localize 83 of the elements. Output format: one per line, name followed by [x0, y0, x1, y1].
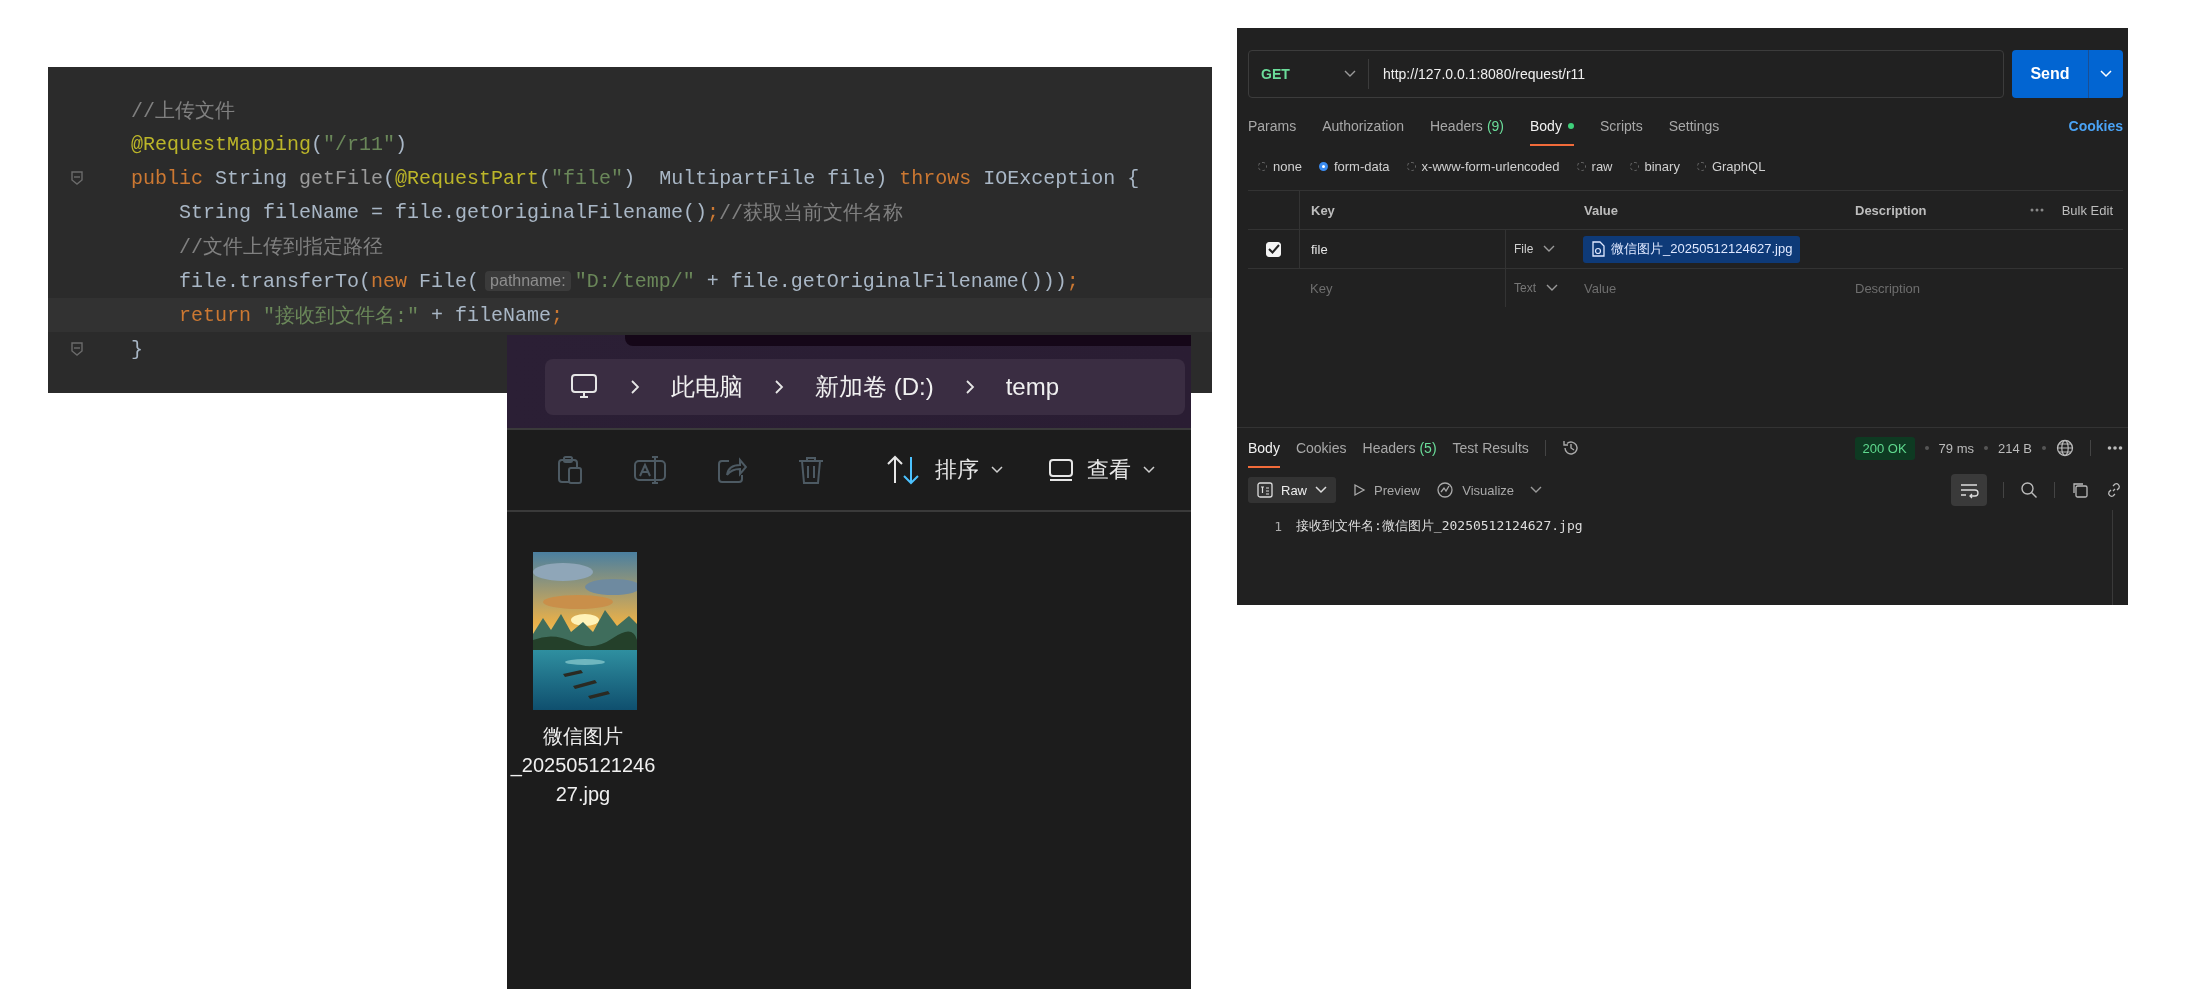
- more-icon[interactable]: [2029, 207, 2044, 213]
- description-input[interactable]: Description: [1851, 269, 1986, 307]
- response-time: 79 ms: [1938, 440, 1974, 456]
- chevron-down-icon: [1344, 70, 1356, 78]
- play-icon: [1352, 483, 1366, 497]
- tab[interactable]: Headers (9): [1429, 106, 1504, 146]
- view-tab[interactable]: Visualize: [1436, 481, 1515, 499]
- address-bar[interactable]: 此电脑 新加卷 (D:) temp: [545, 359, 1185, 415]
- wrap-lines-icon[interactable]: [1951, 474, 1987, 506]
- chevron-down-icon: [1315, 486, 1327, 494]
- column-header: Description: [1854, 201, 1928, 220]
- copy-icon[interactable]: [2071, 481, 2089, 499]
- fold-icon[interactable]: [70, 341, 84, 358]
- code-line: //上传文件: [131, 98, 235, 124]
- view-tab[interactable]: Preview: [1352, 482, 1421, 498]
- chevron-down-icon: [1143, 466, 1155, 474]
- chevron-down-icon: [1543, 245, 1556, 253]
- value-input[interactable]: Value: [1580, 269, 1851, 307]
- type-dropdown[interactable]: File: [1514, 242, 1556, 256]
- tab[interactable]: Settings: [1668, 106, 1720, 146]
- computer-icon[interactable]: [569, 373, 599, 401]
- code-line: @RequestMapping("/r11"): [131, 132, 408, 156]
- code-line: //文件上传到指定路径: [178, 235, 383, 261]
- view-button[interactable]: 查看: [1047, 455, 1155, 485]
- code-line: return "接收到文件名:" + fileName;: [178, 302, 564, 329]
- breadcrumb-item[interactable]: temp: [1005, 373, 1059, 401]
- bulk-edit-button[interactable]: Bulk Edit: [2061, 202, 2113, 218]
- radio-option[interactable]: raw: [1576, 158, 1613, 174]
- tab[interactable]: Scripts: [1599, 106, 1643, 146]
- file-name[interactable]: 微信图片 _202505121246 27.jpg: [510, 722, 656, 809]
- status-badge: 200 OK: [1854, 436, 1915, 460]
- radio-option[interactable]: x-www-form-urlencoded: [1406, 158, 1560, 174]
- globe-icon[interactable]: [2056, 439, 2074, 457]
- more-icon[interactable]: [2107, 445, 2123, 451]
- radio-button[interactable]: [1318, 161, 1328, 171]
- tab[interactable]: Cookies: [1295, 428, 1347, 468]
- tab[interactable]: Body: [1248, 428, 1280, 468]
- code-line: file.transferTo(new File( pathname: "D:/temp/" + file.getOriginalFilename()));: [178, 269, 1079, 293]
- type-dropdown[interactable]: Text: [1514, 281, 1558, 295]
- fold-icon[interactable]: [70, 170, 84, 187]
- chevron-down-icon: [991, 466, 1003, 474]
- column-header: Value: [1583, 201, 1619, 220]
- link-icon[interactable]: [2105, 481, 2123, 499]
- code-line: public String getFile(@RequestPart("file") MultipartFile file) throws IOException {: [131, 166, 1140, 190]
- radio-option[interactable]: GraphQL: [1696, 158, 1766, 174]
- tab[interactable]: Test Results: [1452, 428, 1529, 468]
- tab[interactable]: Params: [1248, 106, 1297, 146]
- text-format-icon: [1257, 482, 1273, 498]
- chart-circle-icon: [1436, 481, 1455, 499]
- key-input[interactable]: Key: [1299, 269, 1505, 307]
- sort-button[interactable]: 排序: [885, 454, 1003, 486]
- method-dropdown[interactable]: GET: [1249, 59, 1369, 89]
- tab[interactable]: Headers (5): [1362, 428, 1437, 468]
- line-number: 1: [1273, 518, 1282, 534]
- column-header: Key: [1299, 191, 1505, 229]
- tab[interactable]: Body: [1530, 106, 1574, 146]
- chevron-right-icon: [773, 378, 785, 396]
- checkbox[interactable]: [1266, 241, 1281, 257]
- send-button[interactable]: Send: [2012, 50, 2088, 98]
- code-line: String fileName = file.getOriginalFilename();//获取当前文件名称: [178, 200, 904, 227]
- chevron-down-icon[interactable]: [1530, 486, 1543, 494]
- chevron-right-icon: [629, 378, 641, 396]
- url-field[interactable]: http://127.0.0.1:8080/request/r11: [1369, 66, 1586, 82]
- key-cell[interactable]: file: [1299, 230, 1505, 268]
- file-chip[interactable]: 微信图片_20250512124627.jpg: [1583, 235, 1801, 263]
- chevron-right-icon: [963, 378, 976, 396]
- chevron-down-icon: [2100, 70, 2112, 78]
- response-text: 接收到文件名:微信图片_20250512124627.jpg: [1296, 517, 1583, 535]
- format-dropdown[interactable]: Raw: [1248, 477, 1336, 503]
- code-line: }: [131, 337, 143, 361]
- breadcrumb-item[interactable]: 此电脑: [671, 371, 743, 403]
- search-icon[interactable]: [2020, 481, 2038, 499]
- radio-option[interactable]: binary: [1629, 158, 1680, 174]
- history-icon[interactable]: [1561, 439, 1580, 457]
- cookies-link[interactable]: Cookies: [2068, 118, 2123, 134]
- tab[interactable]: Authorization: [1322, 106, 1404, 146]
- radio-option[interactable]: form-data: [1318, 158, 1390, 174]
- breadcrumb-item[interactable]: 新加卷 (D:): [815, 371, 934, 403]
- radio-option[interactable]: none: [1258, 158, 1302, 174]
- file-icon: [1591, 241, 1605, 257]
- chevron-down-icon: [1546, 284, 1558, 292]
- view-icon: [1047, 457, 1075, 483]
- response-size: 214 B: [1998, 440, 2032, 456]
